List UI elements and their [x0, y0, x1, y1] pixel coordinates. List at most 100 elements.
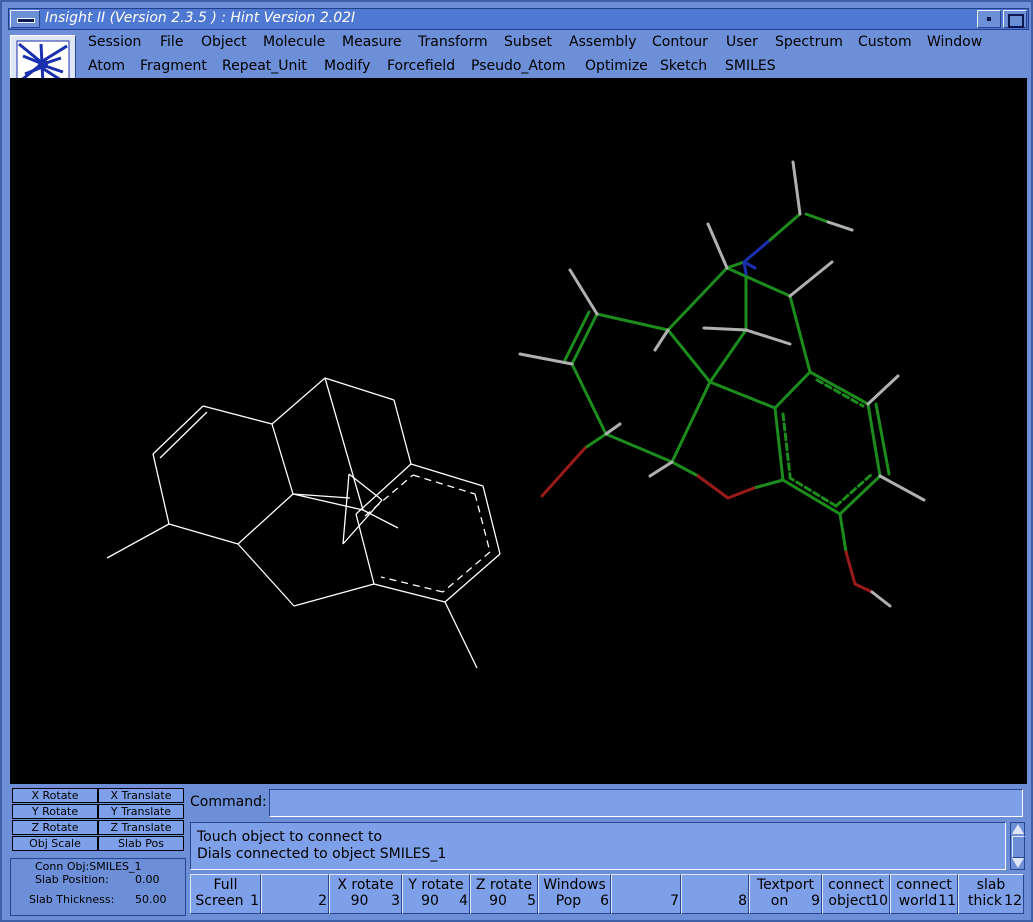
window-title: Insight II (Version 2.3.5 ) : Hint Versi…	[45, 10, 356, 26]
scroll-up-icon[interactable]	[1012, 824, 1024, 834]
dial-z-rotate[interactable]: Z Rotate	[12, 820, 98, 835]
menu-spectrum[interactable]: Spectrum	[775, 34, 843, 50]
slab-thickness-value: 50.00	[135, 893, 167, 906]
fkey-6-windows-pop[interactable]: Windows Pop 6	[538, 874, 611, 914]
menu-modify[interactable]: Modify	[324, 58, 370, 74]
molecule-viewport[interactable]	[10, 78, 1027, 784]
menu-sketch[interactable]: Sketch	[660, 58, 707, 74]
dial-y-translate[interactable]: Y Translate	[98, 804, 184, 819]
message-line: Touch object to connect to	[197, 829, 383, 845]
fkey-label: slab	[976, 877, 1006, 893]
title-bar[interactable]: Insight II (Version 2.3.5 ) : Hint Versi…	[8, 8, 1029, 30]
white-molecule[interactable]	[106, 377, 501, 669]
fkey-label: Textport	[756, 877, 814, 893]
menu-object[interactable]: Object	[201, 34, 247, 50]
fkey-number: 12	[1004, 893, 1022, 909]
menu-repeat-unit[interactable]: Repeat_Unit	[222, 58, 307, 74]
message-scrollbar[interactable]	[1010, 822, 1025, 870]
fkey-number: 5	[527, 893, 536, 909]
minimize-button[interactable]	[977, 10, 1001, 28]
colored-molecule[interactable]	[518, 160, 926, 608]
fkey-label: Y rotate	[408, 877, 464, 893]
molecule-graphics	[106, 160, 926, 669]
fkey-label: connect	[896, 877, 952, 893]
fkey-label: X rotate	[337, 877, 394, 893]
menu-atom[interactable]: Atom	[88, 58, 125, 74]
fkey-label: Pop	[555, 893, 582, 909]
menu-custom[interactable]: Custom	[858, 34, 912, 50]
fkey-label: Z rotate	[475, 877, 533, 893]
fkey-12-slab-thick[interactable]: slab thick 12	[958, 874, 1024, 914]
fkey-3-x-rotate[interactable]: X rotate 90 3	[329, 874, 402, 914]
maximize-icon	[1008, 14, 1024, 28]
fkey-number: 9	[811, 893, 820, 909]
window-menu-icon	[17, 18, 35, 23]
dial-z-translate[interactable]: Z Translate	[98, 820, 184, 835]
fkey-label: object	[828, 893, 872, 909]
menu-measure[interactable]: Measure	[342, 34, 402, 50]
fkey-5-z-rotate[interactable]: Z rotate 90 5	[470, 874, 538, 914]
dial-slab-pos[interactable]: Slab Pos	[98, 836, 184, 851]
dial-y-rotate[interactable]: Y Rotate	[12, 804, 98, 819]
fkey-label: connect	[828, 877, 884, 893]
fkey-7[interactable]: 7	[611, 874, 681, 914]
dial-x-rotate[interactable]: X Rotate	[12, 788, 98, 803]
command-label: Command:	[190, 794, 267, 810]
conn-obj-label: Conn Obj:SMILES_1	[35, 860, 142, 873]
fkey-number: 4	[459, 893, 468, 909]
menu-user[interactable]: User	[726, 34, 758, 50]
scroll-down-icon[interactable]	[1012, 858, 1024, 868]
fkey-9-textport-on[interactable]: Textport on 9	[749, 874, 822, 914]
menu-optimize[interactable]: Optimize	[585, 58, 648, 74]
fkey-label: 90	[350, 893, 369, 909]
fkey-number: 7	[670, 893, 679, 909]
menu-forcefield[interactable]: Forcefield	[387, 58, 455, 74]
connection-info-panel: Conn Obj:SMILES_1 Slab Position: 0.00 Sl…	[10, 858, 186, 916]
fkey-number: 6	[600, 893, 609, 909]
fkey-10-connect-object[interactable]: connect object 10	[822, 874, 890, 914]
menu-subset[interactable]: Subset	[504, 34, 552, 50]
menu-pseudo-atom[interactable]: Pseudo_Atom	[471, 58, 565, 74]
menu-smiles[interactable]: SMILES	[725, 58, 776, 74]
message-line: Dials connected to object SMILES_1	[197, 846, 447, 862]
fkey-label: 90	[489, 893, 507, 909]
menu-molecule[interactable]: Molecule	[263, 34, 325, 50]
menu-session[interactable]: Session	[88, 34, 141, 50]
fkey-number: 8	[738, 893, 747, 909]
command-input[interactable]	[269, 789, 1023, 817]
fkey-11-connect-world[interactable]: connect world 11	[890, 874, 958, 914]
minimize-icon	[987, 17, 991, 21]
fkey-number: 3	[391, 893, 400, 909]
fkey-label: 90	[421, 893, 439, 909]
fkey-number: 10	[870, 893, 888, 909]
fkey-2[interactable]: 2	[261, 874, 329, 914]
menu-bar-primary: Session File Object Molecule Measure Tra…	[80, 32, 1028, 54]
fkey-label: world	[898, 893, 938, 909]
menu-file[interactable]: File	[160, 34, 183, 50]
fkey-label: on	[770, 893, 789, 909]
fkey-number: 11	[938, 893, 956, 909]
fkey-label: Screen	[195, 893, 244, 909]
scroll-thumb[interactable]	[1012, 836, 1025, 858]
menu-assembly[interactable]: Assembly	[569, 34, 636, 50]
slab-position-value: 0.00	[135, 873, 160, 886]
slab-thickness-label: Slab Thickness:	[29, 893, 115, 906]
fkey-number: 2	[318, 893, 327, 909]
fkey-1-full-screen[interactable]: Full Screen 1	[190, 874, 261, 914]
insight-window: Insight II (Version 2.3.5 ) : Hint Versi…	[0, 0, 1033, 922]
menu-transform[interactable]: Transform	[418, 34, 488, 50]
dials-panel: X Rotate X Translate Y Rotate Y Translat…	[10, 787, 186, 855]
menu-contour[interactable]: Contour	[652, 34, 708, 50]
function-key-bar: Full Screen 1 2 X rotate 90 3 Y rotate 9…	[190, 874, 1025, 916]
dial-x-translate[interactable]: X Translate	[98, 788, 184, 803]
window-menu-button[interactable]	[10, 10, 40, 28]
fkey-4-y-rotate[interactable]: Y rotate 90 4	[402, 874, 470, 914]
dial-obj-scale[interactable]: Obj Scale	[12, 836, 98, 851]
menu-bar-secondary: Atom Fragment Repeat_Unit Modify Forcefi…	[80, 56, 1028, 78]
fkey-8[interactable]: 8	[681, 874, 749, 914]
menu-window[interactable]: Window	[927, 34, 982, 50]
slab-position-label: Slab Position:	[35, 873, 109, 886]
fkey-label: Full	[213, 877, 238, 893]
maximize-button[interactable]	[1003, 10, 1027, 28]
menu-fragment[interactable]: Fragment	[140, 58, 207, 74]
